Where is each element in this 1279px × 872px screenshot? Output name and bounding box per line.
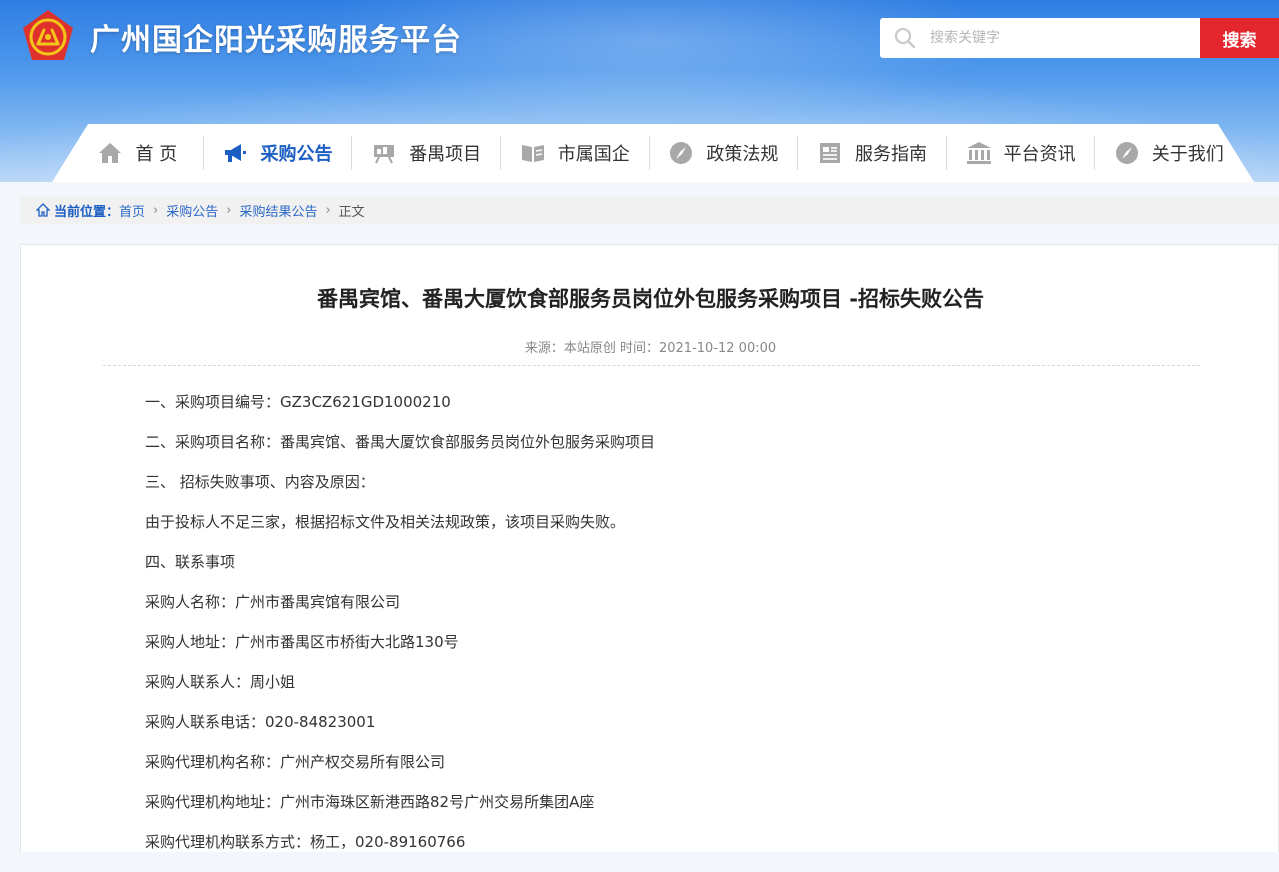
nav-item-service-guide[interactable]: 服务指南 bbox=[798, 133, 946, 173]
nav-item-panyu-projects[interactable]: 番禺项目 bbox=[352, 133, 500, 173]
nav-item-label: 政策法规 bbox=[706, 144, 779, 165]
nav-item-platform-news[interactable]: 平台资讯 bbox=[947, 133, 1095, 173]
compass-icon bbox=[1114, 141, 1140, 165]
nav-item-label: 服务指南 bbox=[854, 144, 927, 165]
search-input[interactable] bbox=[930, 18, 1200, 58]
main-nav: 首 页 采购公告 番禺项目 市属国企 政策法规 服务指南 平台资讯 关于我们 bbox=[72, 133, 1242, 173]
building-icon bbox=[966, 141, 992, 165]
chevron-right-icon: › bbox=[153, 202, 159, 218]
chevron-right-icon: › bbox=[226, 202, 232, 218]
nav-item-label: 平台资讯 bbox=[1003, 144, 1076, 165]
breadcrumb-link-home[interactable]: 首页 bbox=[119, 201, 145, 220]
breadcrumb-link-procurement-notice[interactable]: 采购公告 bbox=[166, 201, 218, 220]
nav-item-about-us[interactable]: 关于我们 bbox=[1095, 133, 1242, 173]
article-paragraph: 一、采购项目编号：GZ3CZ621GD1000210 bbox=[145, 393, 451, 411]
nav-item-policies[interactable]: 政策法规 bbox=[650, 133, 798, 173]
breadcrumb: 当前位置： 首页 › 采购公告 › 采购结果公告 › 正文 bbox=[20, 196, 1279, 224]
nav-item-municipal-soe[interactable]: 市属国企 bbox=[501, 133, 649, 173]
easel-icon bbox=[371, 141, 397, 165]
home-icon bbox=[36, 203, 50, 217]
search-box: 搜索 bbox=[880, 18, 1279, 58]
nav-item-label: 首 页 bbox=[135, 144, 178, 165]
document-icon bbox=[817, 141, 843, 165]
article-title: 番禺宾馆、番禺大厦饮食部服务员岗位外包服务采购项目 -招标失败公告 bbox=[316, 287, 985, 311]
article-body: 一、采购项目编号：GZ3CZ621GD1000210 二、采购项目名称：番禺宾馆… bbox=[145, 392, 1195, 872]
site-title: 广州国企阳光采购服务平台 bbox=[90, 23, 462, 58]
home-icon bbox=[97, 141, 123, 165]
breadcrumb-label: 当前位置： bbox=[54, 204, 120, 220]
nav-item-label: 番禺项目 bbox=[409, 144, 482, 165]
book-icon bbox=[520, 141, 546, 165]
article-paragraph: 由于投标人不足三家，根据招标文件及相关法规政策，该项目采购失败。 bbox=[145, 513, 626, 531]
nav-item-home[interactable]: 首 页 bbox=[72, 133, 203, 173]
megaphone-icon bbox=[222, 141, 248, 165]
article-paragraph: 采购人名称：广州市番禺宾馆有限公司 bbox=[145, 593, 401, 611]
compass-icon bbox=[668, 141, 694, 165]
article-divider bbox=[103, 365, 1200, 366]
article-panel: 番禺宾馆、番禺大厦饮食部服务员岗位外包服务采购项目 -招标失败公告 来源：本站原… bbox=[20, 244, 1279, 852]
article-paragraph: 三、 招标失败事项、内容及原因： bbox=[145, 473, 375, 491]
search-button[interactable]: 搜索 bbox=[1200, 18, 1279, 58]
article-paragraph: 四、联系事项 bbox=[145, 553, 236, 571]
article-paragraph: 二、采购项目名称：番禺宾馆、番禺大厦饮食部服务员岗位外包服务采购项目 bbox=[145, 433, 656, 451]
article-paragraph: 采购代理机构地址：广州市海珠区新港西路82号广州交易所集团A座 bbox=[145, 793, 595, 811]
main-nav-wrap: 首 页 采购公告 番禺项目 市属国企 政策法规 服务指南 平台资讯 关于我们 bbox=[0, 124, 1279, 182]
nav-item-label: 关于我们 bbox=[1151, 144, 1224, 165]
article-paragraph: 采购代理机构联系方式：杨工，020-89160766 bbox=[145, 833, 466, 851]
nav-item-label: 市属国企 bbox=[557, 144, 630, 165]
chevron-right-icon: › bbox=[325, 202, 331, 218]
article-paragraph: 采购代理机构名称：广州产权交易所有限公司 bbox=[145, 753, 446, 771]
breadcrumb-current: 正文 bbox=[338, 204, 365, 220]
breadcrumb-link-result-notice[interactable]: 采购结果公告 bbox=[239, 201, 317, 220]
article-paragraph: 采购人地址：广州市番禺区市桥街大北路130号 bbox=[145, 633, 459, 651]
logo-icon bbox=[23, 10, 73, 60]
article-paragraph: 采购人联系人：周小姐 bbox=[145, 673, 296, 691]
article-paragraph: 采购人联系电话：020-84823001 bbox=[145, 713, 376, 731]
nav-item-label: 采购公告 bbox=[260, 144, 333, 165]
article-meta: 来源：本站原创 时间：2021-10-12 00:00 bbox=[524, 341, 777, 356]
nav-item-procurement-notice[interactable]: 采购公告 bbox=[204, 133, 352, 173]
search-icon bbox=[880, 18, 930, 58]
